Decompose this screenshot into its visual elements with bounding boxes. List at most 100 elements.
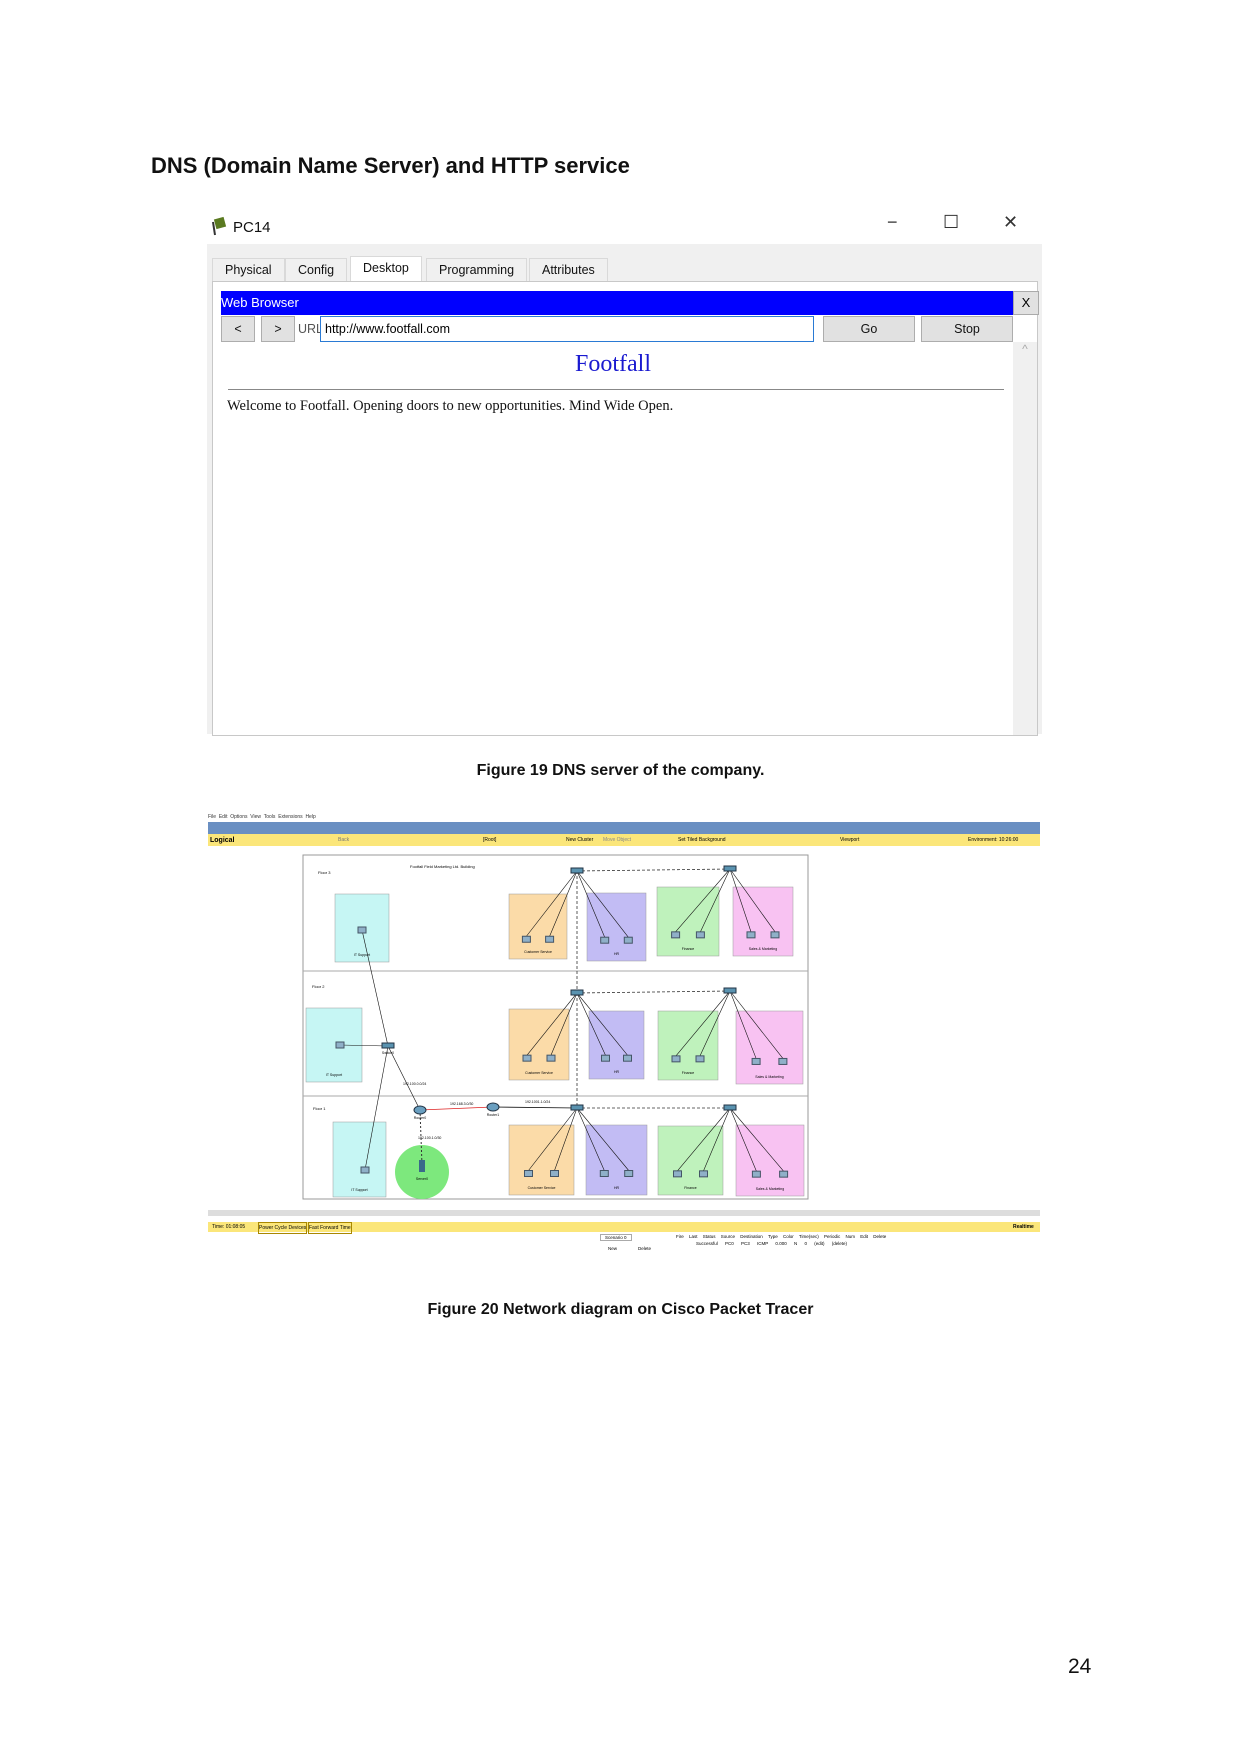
- delete-scenario-button[interactable]: Delete: [638, 1246, 651, 1251]
- document-page: DNS (Domain Name Server) and HTTP servic…: [0, 0, 1241, 1754]
- room-cs: [508, 1124, 575, 1196]
- network-label: 192.168.3.0/30: [450, 1102, 473, 1106]
- tab-physical[interactable]: Physical: [212, 258, 285, 282]
- room-hr: [588, 1010, 645, 1080]
- pc-icon: [601, 1054, 610, 1062]
- switch-icon: [570, 867, 584, 874]
- room-label: Customer Service: [528, 1186, 556, 1190]
- room-label: IT Support: [351, 1188, 367, 1192]
- pc-icon: [751, 1057, 761, 1065]
- pdu-table-row: Successful PC0 PC3 ICMP 0.000 N 0 (edit)…: [696, 1241, 847, 1246]
- router-icon: [413, 1105, 427, 1115]
- pc-icon: [623, 936, 633, 944]
- room-label: HR: [614, 952, 620, 956]
- go-button[interactable]: Go: [823, 316, 915, 342]
- room-sales: [732, 886, 794, 957]
- window-body: Physical Config Desktop Programming Attr…: [207, 244, 1042, 736]
- room-label: Finance: [682, 947, 695, 951]
- network-label: 192.100.1.0/30: [418, 1136, 441, 1140]
- scroll-up-icon[interactable]: ^: [1013, 342, 1037, 356]
- browser-close-button[interactable]: X: [1013, 291, 1039, 315]
- room-label: Finance: [682, 1071, 695, 1075]
- tab-desktop[interactable]: Desktop: [350, 256, 422, 282]
- room-cs: [508, 1008, 570, 1081]
- room-label: Sales & Marketing: [756, 1187, 784, 1191]
- back-button[interactable]: <: [221, 316, 255, 342]
- room-label: Finance: [684, 1186, 697, 1190]
- time-label: Time: 01:08:05: [212, 1224, 246, 1230]
- pc-app-icon: [212, 216, 227, 236]
- room-label: Customer Service: [524, 950, 552, 954]
- room-fin: [657, 1125, 724, 1196]
- section-heading: DNS (Domain Name Server) and HTTP servic…: [151, 153, 630, 178]
- room-label: Customer Service: [525, 1071, 553, 1075]
- room-sales: [735, 1010, 804, 1085]
- switch-icon: [570, 989, 584, 996]
- room-sales: [735, 1124, 805, 1197]
- tab-config[interactable]: Config: [285, 258, 348, 282]
- fast-forward-button[interactable]: Fast Forward Time: [308, 1222, 352, 1234]
- pc-icon: [522, 1054, 532, 1062]
- pc-icon: [779, 1170, 789, 1178]
- pc-icon: [546, 1054, 556, 1062]
- switch-icon: [381, 1042, 395, 1049]
- pdu-table-header: Fire Last Status Source Destination Type…: [676, 1234, 887, 1239]
- pc-icon: [695, 1055, 705, 1063]
- switch-icon: [723, 865, 737, 872]
- room-fin: [656, 886, 720, 957]
- server-icon: [419, 1160, 425, 1172]
- router-icon: [486, 1102, 500, 1112]
- horizontal-scrollbar[interactable]: [208, 1210, 1040, 1216]
- scenario-select[interactable]: Scenario 0: [600, 1234, 632, 1241]
- pc-icon: [550, 1170, 559, 1177]
- pc-icon: [335, 1041, 345, 1049]
- window-title: PC14: [233, 219, 271, 236]
- power-cycle-button[interactable]: Power Cycle Devices: [258, 1222, 308, 1234]
- pc-icon: [673, 1170, 682, 1178]
- floor-label: Floor 3: [318, 870, 331, 875]
- room-label: Sales & Marketing: [755, 1075, 783, 1079]
- pc-icon: [746, 931, 756, 939]
- pc-icon: [695, 931, 705, 939]
- pc-icon: [360, 1166, 370, 1174]
- pc-icon: [357, 926, 367, 934]
- network-diagram: Floor 3 Floor 2 Floor 1 Footfall Field Mark…: [302, 854, 809, 1200]
- desktop-panel: Web Browser X < > URL http://www.footfal…: [212, 281, 1039, 736]
- room-label: Sales & Marketing: [749, 947, 777, 951]
- figure-20-caption: Figure 20 Network diagram on Cisco Packe…: [427, 1301, 814, 1318]
- room-label: HR: [614, 1070, 620, 1074]
- pc-icon: [599, 1170, 609, 1177]
- room-fin: [657, 1010, 719, 1081]
- stop-button[interactable]: Stop: [921, 316, 1013, 342]
- scrollbar[interactable]: ^: [1013, 342, 1037, 735]
- router-label: Router0: [414, 1116, 427, 1120]
- pc-icon: [751, 1170, 761, 1178]
- floor-label: Floor 2: [312, 984, 325, 989]
- tab-attributes[interactable]: Attributes: [529, 258, 608, 282]
- pc-icon: [778, 1057, 788, 1065]
- pc-icon: [671, 931, 681, 939]
- pc-icon: [545, 935, 555, 943]
- url-input[interactable]: http://www.footfall.com: [320, 316, 814, 342]
- page-number: 24: [1068, 1655, 1092, 1678]
- browser-title-bar: Web Browser: [221, 291, 1013, 315]
- maximize-button[interactable]: ☐: [943, 212, 959, 233]
- page-text: Welcome to Footfall. Opening doors to ne…: [227, 398, 674, 414]
- close-button[interactable]: ✕: [1003, 212, 1018, 233]
- tab-programming[interactable]: Programming: [426, 258, 528, 282]
- forward-button[interactable]: >: [261, 316, 295, 342]
- pc-icon: [600, 936, 610, 944]
- pc-icon: [671, 1055, 681, 1063]
- diagram-title: Footfall Field Marketing Ltd. Building: [410, 864, 475, 869]
- page-heading: Footfall: [575, 351, 651, 377]
- figure-19-caption: Figure 19 DNS server of the company.: [476, 762, 765, 779]
- pc-icon: [521, 935, 531, 943]
- realtime-label: Realtime: [1013, 1224, 1034, 1230]
- server-label: Server0: [416, 1177, 428, 1181]
- pc-icon: [770, 931, 780, 939]
- packet-tracer-screenshot: File Edit Options View Tools Extensions …: [208, 814, 1040, 1272]
- divider: [228, 389, 1004, 390]
- pc-icon: [623, 1054, 632, 1062]
- new-scenario-button[interactable]: New: [608, 1246, 617, 1251]
- minimize-button[interactable]: −: [887, 212, 898, 233]
